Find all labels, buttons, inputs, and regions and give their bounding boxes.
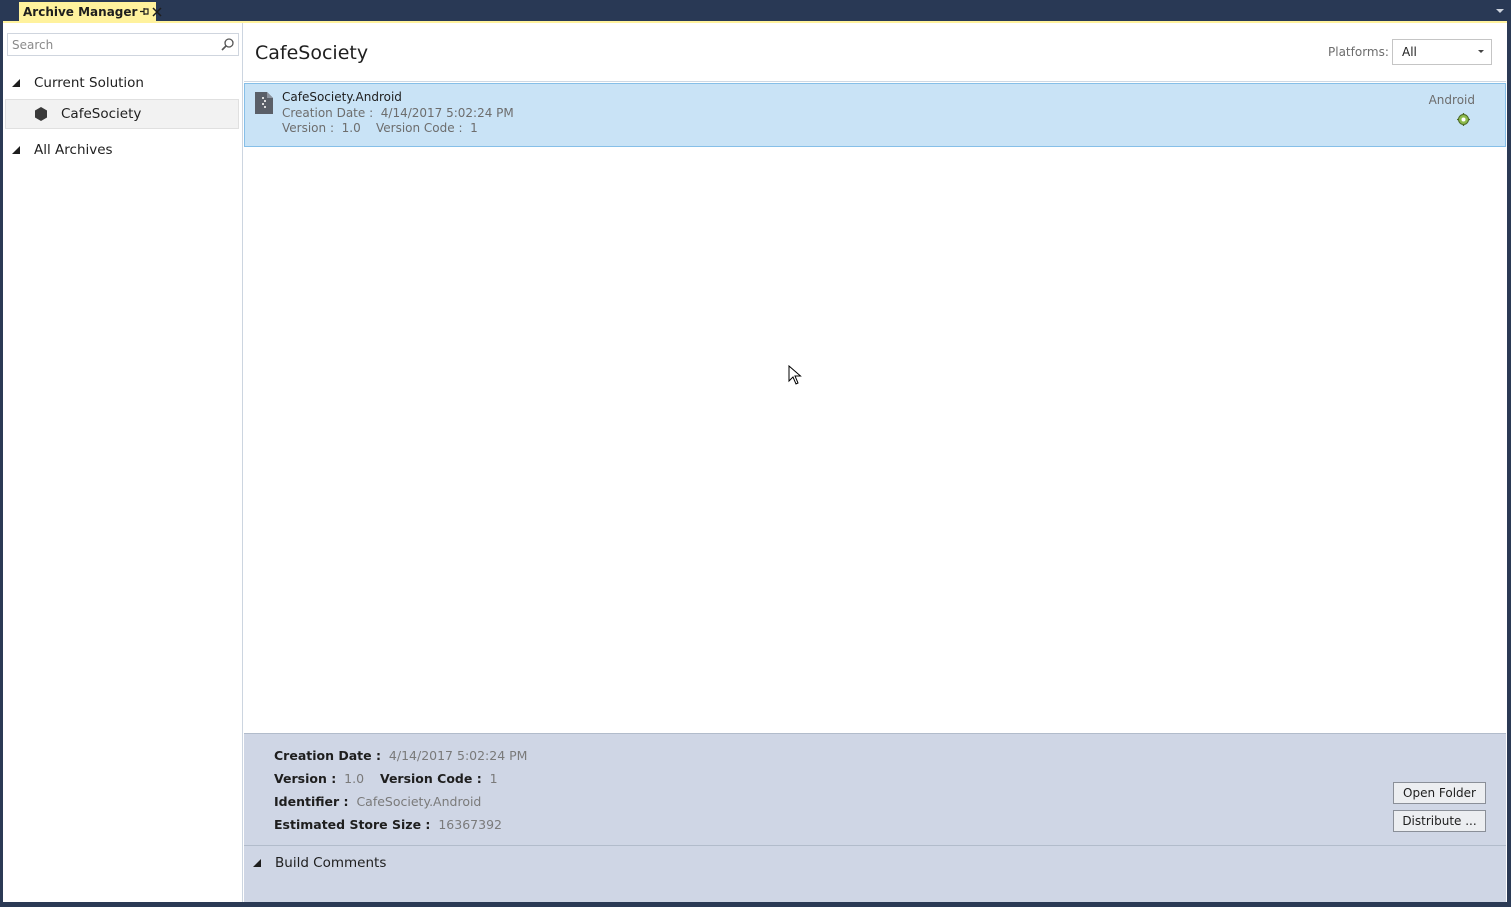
android-icon [1456,112,1471,127]
open-folder-button[interactable]: Open Folder [1393,782,1486,804]
mouse-cursor-icon [788,364,802,385]
archive-creation-date-line: Creation Date : 4/14/2017 5:02:24 PM [282,106,514,120]
archive-platform: Android [1428,93,1475,107]
close-icon[interactable] [152,5,162,19]
search-input[interactable] [8,34,212,56]
hexagon-icon [33,106,49,122]
version-code-label: Version Code : [375,121,463,135]
version-code-value: 1 [470,121,478,135]
sidebar: Current Solution CafeSociety All Archive… [3,23,243,902]
detail-version: Version : 1.0 Version Code : 1 [274,771,498,786]
current-solution-label: Current Solution [34,75,144,91]
main-panel: CafeSociety Platforms: All CafeSociety.A… [244,23,1506,902]
search-icon[interactable] [220,37,235,52]
tree-node-all-archives[interactable]: All Archives [3,138,243,162]
detail-version-code-label: Version Code : [379,771,482,786]
detail-version-label: Version : [274,771,337,786]
detail-version-value: 1.0 [344,771,365,786]
all-archives-label: All Archives [34,142,113,158]
expand-arrow-icon[interactable] [12,146,20,154]
sidebar-item-label: CafeSociety [61,106,142,122]
expand-arrow-icon[interactable] [12,79,20,87]
tab-title: Archive Manager [23,4,138,19]
detail-store-size: Estimated Store Size : 16367392 [274,817,502,832]
tab-overflow-chevron-icon[interactable] [1496,9,1504,13]
sidebar-item-cafesociety[interactable]: CafeSociety [5,99,239,129]
platforms-selected-value: All [1402,45,1417,59]
version-label: Version : [282,121,334,135]
detail-store-size-label: Estimated Store Size : [274,817,431,832]
expand-arrow-icon[interactable] [253,859,261,867]
detail-store-size-value: 16367392 [438,817,502,832]
tab-archive-manager[interactable]: Archive Manager [19,2,162,21]
title-bar: Archive Manager [0,0,1511,21]
search-box [7,33,239,56]
archive-file-icon [255,92,273,114]
detail-creation-date-label: Creation Date : [274,748,381,763]
detail-identifier-label: Identifier : [274,794,349,809]
platforms-label: Platforms: [1328,45,1389,59]
archive-version-line: Version : 1.0 Version Code : 1 [282,121,478,135]
build-comments-expander[interactable]: Build Comments [244,852,386,874]
version-value: 1.0 [341,121,361,135]
pin-icon[interactable] [139,5,150,19]
detail-identifier-value: CafeSociety.Android [356,794,482,809]
divider [244,81,1506,82]
platforms-dropdown[interactable]: All [1392,39,1492,65]
archive-list-item[interactable]: CafeSociety.Android Creation Date : 4/14… [244,83,1506,147]
distribute-button[interactable]: Distribute ... [1393,810,1486,832]
tree-node-current-solution[interactable]: Current Solution [3,71,243,95]
build-comments-label: Build Comments [275,855,387,871]
chevron-down-icon [1478,50,1484,53]
detail-version-code-value: 1 [489,771,498,786]
archive-name: CafeSociety.Android [282,90,402,104]
detail-creation-date-value: 4/14/2017 5:02:24 PM [388,748,528,763]
creation-date-value: 4/14/2017 5:02:24 PM [380,106,514,120]
page-title: CafeSociety [255,42,369,64]
detail-creation-date: Creation Date : 4/14/2017 5:02:24 PM [274,748,527,763]
divider [244,845,1506,846]
archive-details-panel: Creation Date : 4/14/2017 5:02:24 PM Ver… [244,733,1506,902]
detail-identifier: Identifier : CafeSociety.Android [274,794,481,809]
creation-date-label: Creation Date : [282,106,374,120]
